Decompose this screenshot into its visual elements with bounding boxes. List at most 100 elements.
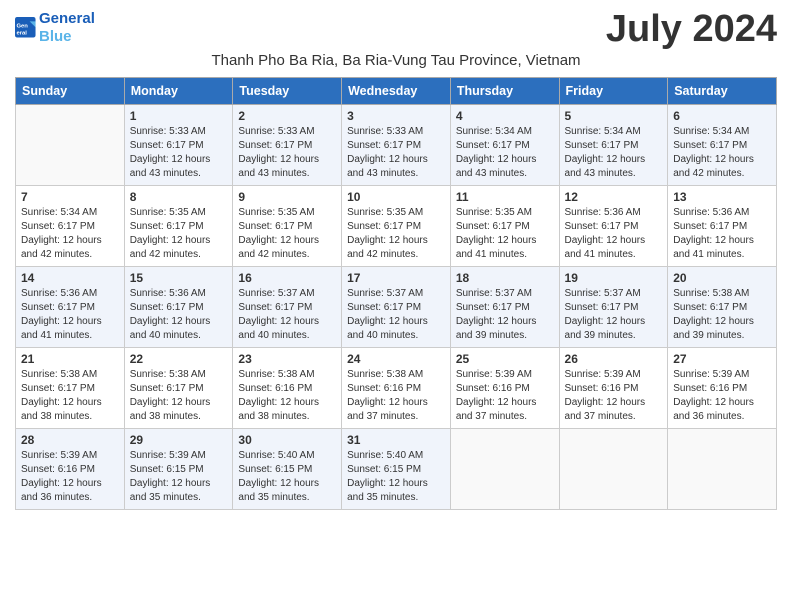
calendar-cell: 19 Sunrise: 5:37 AMSunset: 6:17 PMDayligh… [559, 267, 668, 348]
calendar-cell: 21 Sunrise: 5:38 AMSunset: 6:17 PMDayligh… [16, 348, 125, 429]
day-info: Sunrise: 5:39 AMSunset: 6:16 PMDaylight:… [565, 368, 663, 424]
calendar-week-row: 1 Sunrise: 5:33 AMSunset: 6:17 PMDaylight… [16, 105, 777, 186]
weekday-header-sunday: Sunday [16, 78, 125, 105]
day-info: Sunrise: 5:36 AMSunset: 6:17 PMDaylight:… [673, 206, 771, 262]
day-info: Sunrise: 5:38 AMSunset: 6:17 PMDaylight:… [130, 368, 228, 424]
day-number: 6 [673, 109, 771, 123]
month-title: July 2024 [606, 10, 777, 48]
day-info: Sunrise: 5:34 AMSunset: 6:17 PMDaylight:… [21, 206, 119, 262]
location-title: Thanh Pho Ba Ria, Ba Ria-Vung Tau Provin… [15, 52, 777, 69]
day-number: 14 [21, 271, 119, 285]
day-info: Sunrise: 5:37 AMSunset: 6:17 PMDaylight:… [238, 287, 336, 343]
calendar-cell: 1 Sunrise: 5:33 AMSunset: 6:17 PMDaylight… [124, 105, 233, 186]
day-number: 19 [565, 271, 663, 285]
day-info: Sunrise: 5:37 AMSunset: 6:17 PMDaylight:… [347, 287, 445, 343]
calendar-cell: 16 Sunrise: 5:37 AMSunset: 6:17 PMDayligh… [233, 267, 342, 348]
calendar-cell: 17 Sunrise: 5:37 AMSunset: 6:17 PMDayligh… [342, 267, 451, 348]
weekday-header-thursday: Thursday [450, 78, 559, 105]
day-number: 3 [347, 109, 445, 123]
svg-text:eral: eral [16, 31, 27, 37]
day-info: Sunrise: 5:36 AMSunset: 6:17 PMDaylight:… [565, 206, 663, 262]
day-info: Sunrise: 5:39 AMSunset: 6:15 PMDaylight:… [130, 449, 228, 505]
calendar-cell: 23 Sunrise: 5:38 AMSunset: 6:16 PMDayligh… [233, 348, 342, 429]
day-info: Sunrise: 5:35 AMSunset: 6:17 PMDaylight:… [456, 206, 554, 262]
day-info: Sunrise: 5:36 AMSunset: 6:17 PMDaylight:… [21, 287, 119, 343]
calendar-cell: 9 Sunrise: 5:35 AMSunset: 6:17 PMDaylight… [233, 186, 342, 267]
day-number: 7 [21, 190, 119, 204]
weekday-header-saturday: Saturday [668, 78, 777, 105]
calendar-cell: 7 Sunrise: 5:34 AMSunset: 6:17 PMDaylight… [16, 186, 125, 267]
calendar-header: SundayMondayTuesdayWednesdayThursdayFrid… [16, 78, 777, 105]
day-number: 18 [456, 271, 554, 285]
calendar-cell [450, 429, 559, 510]
day-number: 31 [347, 433, 445, 447]
calendar-cell: 20 Sunrise: 5:38 AMSunset: 6:17 PMDayligh… [668, 267, 777, 348]
calendar-cell: 10Sunrise: 5:35 AMSunset: 6:17 PMDayligh… [342, 186, 451, 267]
weekday-header-tuesday: Tuesday [233, 78, 342, 105]
svg-text:Gen: Gen [16, 23, 28, 29]
calendar-cell: 25 Sunrise: 5:39 AMSunset: 6:16 PMDayligh… [450, 348, 559, 429]
day-info: Sunrise: 5:33 AMSunset: 6:17 PMDaylight:… [130, 125, 228, 181]
day-number: 1 [130, 109, 228, 123]
day-info: Sunrise: 5:39 AMSunset: 6:16 PMDaylight:… [21, 449, 119, 505]
calendar-cell: 11 Sunrise: 5:35 AMSunset: 6:17 PMDayligh… [450, 186, 559, 267]
day-number: 8 [130, 190, 228, 204]
calendar-cell: 18Sunrise: 5:37 AMSunset: 6:17 PMDayligh… [450, 267, 559, 348]
day-number: 13 [673, 190, 771, 204]
calendar-cell [16, 105, 125, 186]
day-info: Sunrise: 5:35 AMSunset: 6:17 PMDaylight:… [238, 206, 336, 262]
calendar-cell: 15Sunrise: 5:36 AMSunset: 6:17 PMDayligh… [124, 267, 233, 348]
weekday-header-row: SundayMondayTuesdayWednesdayThursdayFrid… [16, 78, 777, 105]
day-info: Sunrise: 5:33 AMSunset: 6:17 PMDaylight:… [238, 125, 336, 181]
calendar-cell [668, 429, 777, 510]
day-number: 16 [238, 271, 336, 285]
day-number: 30 [238, 433, 336, 447]
day-number: 27 [673, 352, 771, 366]
calendar-week-row: 21 Sunrise: 5:38 AMSunset: 6:17 PMDayligh… [16, 348, 777, 429]
day-number: 20 [673, 271, 771, 285]
calendar-cell: 22 Sunrise: 5:38 AMSunset: 6:17 PMDayligh… [124, 348, 233, 429]
day-info: Sunrise: 5:38 AMSunset: 6:17 PMDaylight:… [21, 368, 119, 424]
calendar-cell: 28Sunrise: 5:39 AMSunset: 6:16 PMDayligh… [16, 429, 125, 510]
calendar-table: SundayMondayTuesdayWednesdayThursdayFrid… [15, 77, 777, 510]
day-number: 22 [130, 352, 228, 366]
day-number: 4 [456, 109, 554, 123]
day-number: 23 [238, 352, 336, 366]
calendar-cell: 24 Sunrise: 5:38 AMSunset: 6:16 PMDayligh… [342, 348, 451, 429]
day-info: Sunrise: 5:38 AMSunset: 6:16 PMDaylight:… [238, 368, 336, 424]
weekday-header-monday: Monday [124, 78, 233, 105]
calendar-cell: 14 Sunrise: 5:36 AMSunset: 6:17 PMDayligh… [16, 267, 125, 348]
calendar-cell: 31 Sunrise: 5:40 AMSunset: 6:15 PMDayligh… [342, 429, 451, 510]
day-info: Sunrise: 5:40 AMSunset: 6:15 PMDaylight:… [238, 449, 336, 505]
day-info: Sunrise: 5:39 AMSunset: 6:16 PMDaylight:… [673, 368, 771, 424]
calendar-cell: 26 Sunrise: 5:39 AMSunset: 6:16 PMDayligh… [559, 348, 668, 429]
day-info: Sunrise: 5:39 AMSunset: 6:16 PMDaylight:… [456, 368, 554, 424]
logo-icon: Gen eral [15, 17, 37, 39]
day-number: 26 [565, 352, 663, 366]
calendar-cell: 3Sunrise: 5:33 AMSunset: 6:17 PMDaylight… [342, 105, 451, 186]
day-number: 21 [21, 352, 119, 366]
day-info: Sunrise: 5:40 AMSunset: 6:15 PMDaylight:… [347, 449, 445, 505]
day-info: Sunrise: 5:38 AMSunset: 6:16 PMDaylight:… [347, 368, 445, 424]
calendar-cell: 2Sunrise: 5:33 AMSunset: 6:17 PMDaylight… [233, 105, 342, 186]
day-number: 10 [347, 190, 445, 204]
calendar-cell: 29Sunrise: 5:39 AMSunset: 6:15 PMDayligh… [124, 429, 233, 510]
day-number: 25 [456, 352, 554, 366]
day-info: Sunrise: 5:35 AMSunset: 6:17 PMDaylight:… [130, 206, 228, 262]
weekday-header-friday: Friday [559, 78, 668, 105]
day-info: Sunrise: 5:38 AMSunset: 6:17 PMDaylight:… [673, 287, 771, 343]
calendar-cell: 30 Sunrise: 5:40 AMSunset: 6:15 PMDayligh… [233, 429, 342, 510]
calendar-cell: 6 Sunrise: 5:34 AMSunset: 6:17 PMDaylight… [668, 105, 777, 186]
calendar-week-row: 28Sunrise: 5:39 AMSunset: 6:16 PMDayligh… [16, 429, 777, 510]
day-number: 17 [347, 271, 445, 285]
day-number: 24 [347, 352, 445, 366]
calendar-cell: 12Sunrise: 5:36 AMSunset: 6:17 PMDayligh… [559, 186, 668, 267]
calendar-week-row: 14 Sunrise: 5:36 AMSunset: 6:17 PMDayligh… [16, 267, 777, 348]
calendar-cell [559, 429, 668, 510]
day-info: Sunrise: 5:37 AMSunset: 6:17 PMDaylight:… [565, 287, 663, 343]
calendar-cell: 13 Sunrise: 5:36 AMSunset: 6:17 PMDayligh… [668, 186, 777, 267]
day-number: 11 [456, 190, 554, 204]
day-info: Sunrise: 5:36 AMSunset: 6:17 PMDaylight:… [130, 287, 228, 343]
day-info: Sunrise: 5:34 AMSunset: 6:17 PMDaylight:… [673, 125, 771, 181]
day-number: 9 [238, 190, 336, 204]
